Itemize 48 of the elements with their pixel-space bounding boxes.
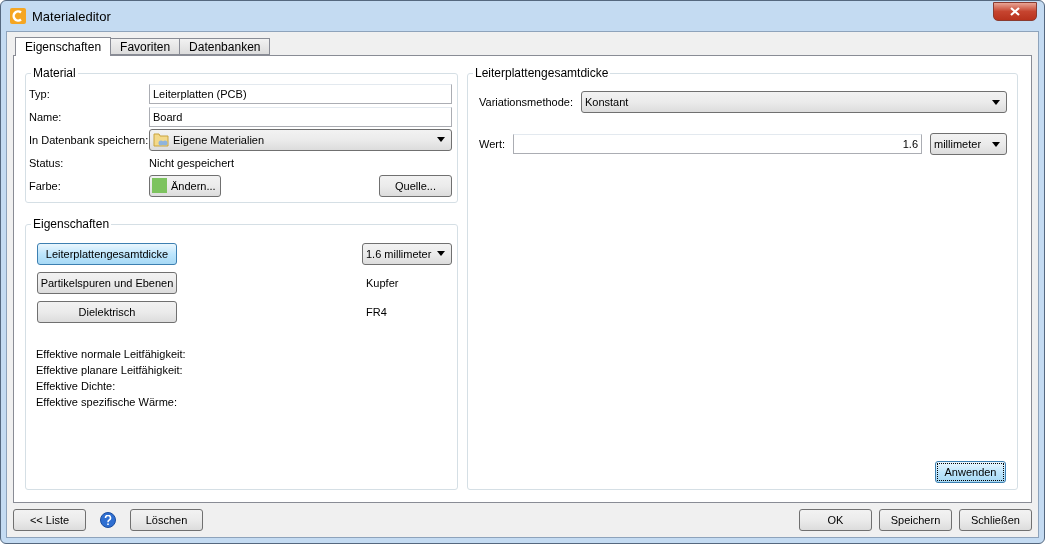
change-color-button[interactable]: Ändern... bbox=[149, 174, 221, 197]
footer-button[interactable]: Schließen bbox=[959, 509, 1032, 531]
field-label: Typ: bbox=[29, 87, 51, 100]
footer-button[interactable]: Speichern bbox=[879, 509, 952, 531]
unit-dropdown[interactable]: millimeter bbox=[930, 133, 1007, 155]
app-logo-icon bbox=[10, 8, 26, 24]
tab[interactable]: Eigenschaften bbox=[15, 37, 112, 56]
name-field[interactable]: Board bbox=[149, 106, 452, 127]
field-label: Farbe: bbox=[29, 179, 62, 192]
method-dropdown[interactable]: Konstant bbox=[580, 91, 1007, 113]
tab[interactable]: Datenbanken bbox=[179, 38, 271, 55]
field-label: Wert: bbox=[479, 138, 506, 150]
property-button[interactable]: Leiterplattengesamtdicke bbox=[37, 242, 177, 265]
property-button[interactable]: Partikelspuren und Ebenen bbox=[37, 271, 177, 294]
property-value: Kupfer bbox=[366, 276, 400, 289]
window-title: Materialeditor bbox=[32, 8, 112, 24]
database-dropdown[interactable]: Eigene Materialien bbox=[149, 128, 452, 151]
property-value: FR4 bbox=[366, 305, 388, 318]
caret-icon bbox=[437, 137, 445, 142]
status-value: Nicht gespeichert bbox=[149, 156, 235, 169]
close-icon bbox=[1010, 6, 1020, 16]
field-label: Name: bbox=[29, 110, 63, 123]
field-label: In Datenbank speichern: bbox=[29, 133, 149, 146]
help-icon[interactable] bbox=[100, 512, 116, 528]
delete-button[interactable]: Löschen bbox=[130, 509, 203, 531]
type-field[interactable]: Leiterplatten (PCB) bbox=[149, 83, 452, 104]
close-button[interactable] bbox=[993, 1, 1037, 21]
property-button[interactable]: Dielektrisch bbox=[37, 300, 177, 323]
value-field[interactable]: 1.6 bbox=[513, 134, 922, 154]
thickness-dropdown[interactable]: 1.6 millimeter bbox=[362, 242, 452, 265]
effective-property-label: Effektive Dichte: bbox=[36, 380, 117, 392]
footer-button[interactable]: OK bbox=[799, 509, 872, 531]
caret-icon bbox=[992, 141, 1000, 147]
field-label: Status: bbox=[29, 156, 65, 169]
caret-icon bbox=[992, 99, 1000, 105]
group-title: Material bbox=[32, 66, 77, 80]
apply-button[interactable]: Anwenden bbox=[935, 461, 1006, 483]
field-label: Variationsmethode: bbox=[479, 96, 573, 108]
effective-property-label: Effektive normale Leitfähigkeit: bbox=[36, 348, 187, 360]
folder-icon bbox=[153, 132, 169, 147]
group-title: Eigenschaften bbox=[32, 217, 111, 231]
source-button[interactable]: Quelle... bbox=[379, 174, 452, 197]
caret-icon bbox=[437, 251, 445, 256]
list-button[interactable]: << Liste bbox=[13, 509, 86, 531]
effective-property-label: Effektive planare Leitfähigkeit: bbox=[36, 364, 184, 376]
effective-property-label: Effektive spezifische Wärme: bbox=[36, 396, 178, 408]
tab[interactable]: Favoriten bbox=[110, 38, 181, 55]
group-title: Leiterplattengesamtdicke bbox=[474, 66, 610, 80]
